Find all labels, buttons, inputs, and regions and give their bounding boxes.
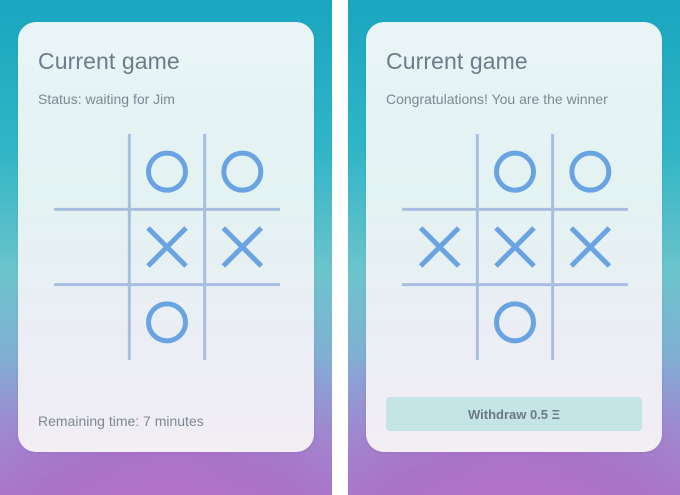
board-svg [402,134,628,360]
board-cell[interactable] [54,134,129,209]
board-cell[interactable] [402,209,477,284]
tic-tac-toe-board [54,134,280,360]
board-cell[interactable] [129,134,204,209]
board-cell[interactable] [54,209,129,284]
board-cell[interactable] [54,285,129,360]
board-cell[interactable] [553,134,628,209]
game-status: Congratulations! You are the winner [386,91,608,107]
board-cell[interactable] [477,134,552,209]
board-cell[interactable] [205,134,280,209]
board-cell[interactable] [402,285,477,360]
screen-divider [332,0,348,495]
board-svg [54,134,280,360]
card-title: Current game [38,48,180,74]
board-cell[interactable] [553,209,628,284]
current-game-card: Current game Congratulations! You are th… [366,22,662,452]
withdraw-button[interactable]: Withdraw 0.5 Ξ [386,397,642,431]
remaining-time: Remaining time: 7 minutes [38,413,204,429]
game-status: Status: waiting for Jim [38,91,175,107]
board-cell[interactable] [205,209,280,284]
tic-tac-toe-board [402,134,628,360]
board-cell[interactable] [129,209,204,284]
board-cell[interactable] [553,285,628,360]
current-game-card: Current game Status: waiting for Jim Rem… [18,22,314,452]
left-phone-screen: Current game Status: waiting for Jim Rem… [0,0,332,495]
board-cell[interactable] [129,285,204,360]
board-cell[interactable] [205,285,280,360]
board-cell[interactable] [477,285,552,360]
right-phone-screen: Current game Congratulations! You are th… [348,0,680,495]
card-title: Current game [386,48,528,74]
board-cell[interactable] [477,209,552,284]
board-cell[interactable] [402,134,477,209]
